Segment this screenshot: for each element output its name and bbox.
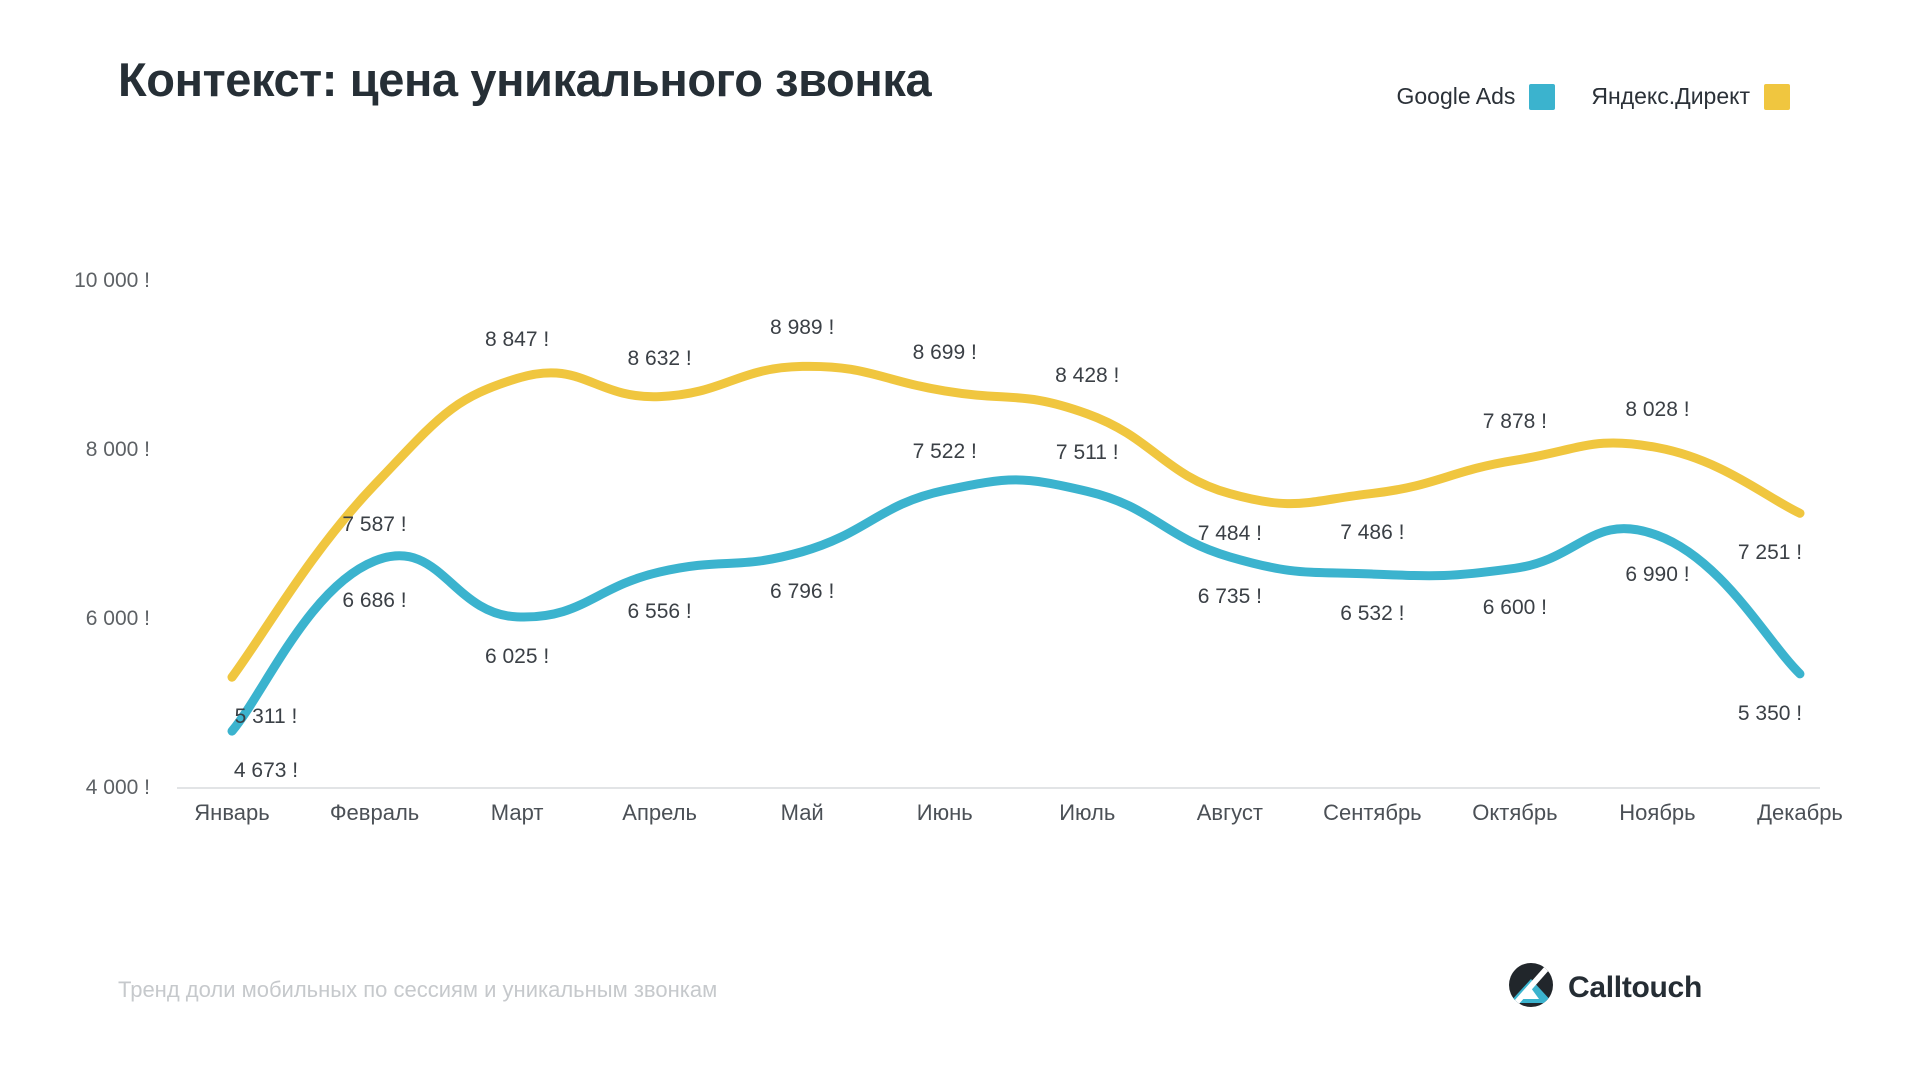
series-line-yandex-direct [227, 361, 1805, 682]
calltouch-logo-icon [1508, 962, 1554, 1013]
data-point-label: 8 989 ! [770, 316, 835, 340]
chart-plot-area: 4 000 ! 6 000 ! 8 000 ! 10 000 ! Январь Февра… [0, 0, 1920, 1080]
data-point-label: 7 511 ! [1055, 441, 1119, 465]
data-point-label: 7 484 ! [1197, 521, 1262, 545]
x-axis-tick-label: Июль [1059, 800, 1116, 825]
x-axis-tick-label: Май [780, 800, 824, 825]
series-line-google-ads [227, 475, 1805, 736]
data-point-label: 7 486 ! [1340, 521, 1405, 545]
x-axis-tick-label: Август [1196, 800, 1263, 825]
x-axis-tick-label: Ноябрь [1619, 800, 1696, 825]
brand-name: Calltouch [1568, 970, 1702, 1004]
chart-legend: Google Ads Яндекс.Директ [1396, 83, 1790, 110]
data-point-label: 6 686 ! [342, 589, 407, 613]
data-point-label: 6 990 ! [1625, 563, 1690, 587]
x-axis-tick-label: Октябрь [1472, 800, 1558, 825]
square-swatch-icon [1529, 83, 1556, 110]
data-point-label: 4 673 ! [233, 759, 299, 783]
footer-caption: Тренд доли мобильных по сессиям и уникал… [118, 977, 718, 1002]
chart-header: Контекст: цена уникального звонка Google… [0, 0, 1920, 150]
data-point-label: 8 428 ! [1055, 363, 1120, 387]
y-axis-tick-label: 6 000 ! [85, 607, 150, 630]
data-point-label: 8 632 ! [627, 346, 692, 370]
x-axis-tick-label: Декабрь [1757, 800, 1843, 825]
data-point-label: 6 556 ! [627, 600, 692, 624]
y-axis-tick-label: 10 000 ! [74, 269, 150, 292]
data-point-label: 6 532 ! [1340, 602, 1405, 626]
square-swatch-icon [1764, 83, 1790, 110]
legend-label: Google Ads [1396, 83, 1516, 109]
page-title: Контекст: цена уникального звонка [118, 53, 932, 106]
x-axis-tick-label: Апрель [622, 800, 697, 825]
data-point-label: 7 878 ! [1482, 410, 1548, 434]
data-point-label: 6 025 ! [484, 644, 550, 668]
x-axis-tick-label: Июнь [916, 800, 973, 825]
data-point-label: 8 699 ! [912, 340, 977, 364]
data-point-label: 8 028 ! [1625, 397, 1690, 421]
x-axis-tick-label: Январь [194, 800, 270, 825]
data-point-label: 6 735 ! [1197, 584, 1262, 608]
x-axis-tick-label: Сентябрь [1323, 800, 1422, 825]
data-point-label: 7 522 ! [912, 440, 977, 464]
legend-label: Яндекс.Директ [1591, 83, 1750, 109]
legend-item-google-ads[interactable]: Google Ads [1396, 83, 1556, 110]
chart-canvas [177, 361, 1820, 789]
data-point-label: 7 587 ! [342, 512, 407, 536]
data-point-label: 8 847 ! [484, 328, 550, 352]
x-axis-tick-label: Март [490, 800, 544, 825]
brand-lockup: Calltouch [1508, 962, 1702, 1013]
data-point-label: 7 251 ! [1737, 541, 1803, 565]
data-point-label: 5 350 ! [1737, 701, 1803, 725]
legend-item-yandex-direct[interactable]: Яндекс.Директ [1591, 83, 1790, 110]
x-axis-tick-label: Февраль [329, 800, 420, 825]
y-axis-tick-label: 8 000 ! [85, 438, 150, 461]
data-point-label: 5 311 ! [234, 705, 298, 729]
data-point-label: 6 600 ! [1482, 596, 1548, 620]
y-axis-tick-label: 4 000 ! [85, 776, 150, 799]
data-point-label: 6 796 ! [770, 579, 835, 603]
